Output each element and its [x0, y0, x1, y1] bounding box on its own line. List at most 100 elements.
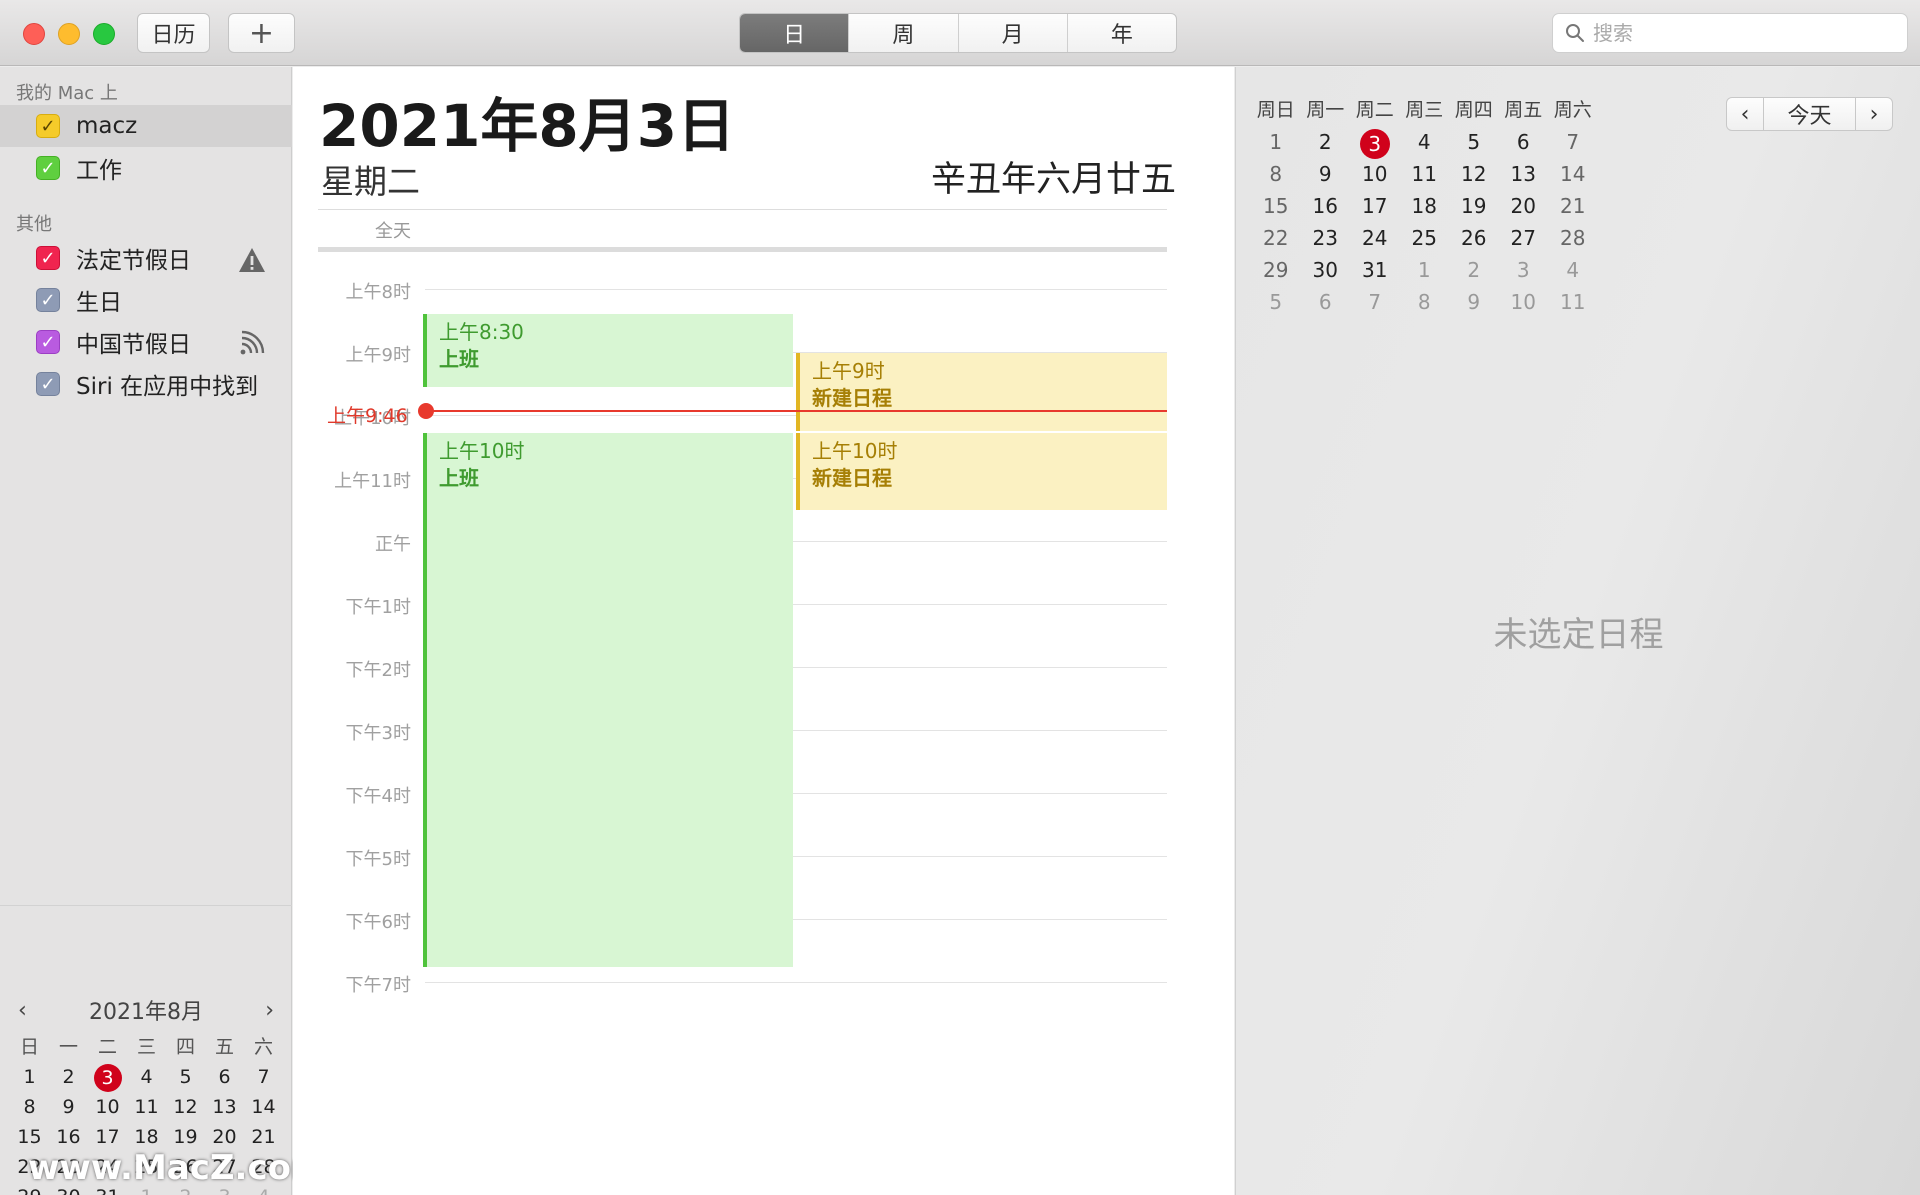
- mini-day-cell[interactable]: 1: [10, 1064, 49, 1090]
- mini-day-cell[interactable]: 2: [49, 1064, 88, 1090]
- sidebar-item-macz[interactable]: ✓ macz: [0, 105, 292, 147]
- mini-day-cell[interactable]: 4: [127, 1064, 166, 1090]
- day-cell[interactable]: 17: [1350, 193, 1400, 219]
- tab-year[interactable]: 年: [1066, 14, 1176, 52]
- checkbox-china-holidays[interactable]: ✓: [36, 330, 60, 354]
- event-work-1000[interactable]: 上午10时 上班: [423, 433, 793, 967]
- day-cell[interactable]: 9: [1449, 289, 1499, 315]
- mini-day-cell[interactable]: 15: [10, 1124, 49, 1150]
- day-cell[interactable]: 31: [1350, 257, 1400, 283]
- today-button[interactable]: 今天: [1763, 97, 1856, 131]
- day-cell[interactable]: 3: [1499, 257, 1549, 283]
- mini-day-cell[interactable]: 8: [10, 1094, 49, 1120]
- day-cell[interactable]: 26: [1449, 225, 1499, 251]
- day-cell[interactable]: 4: [1400, 129, 1450, 155]
- checkbox-statutory-holidays[interactable]: ✓: [36, 246, 60, 270]
- prev-day-button[interactable]: ‹: [1726, 97, 1764, 131]
- day-cell[interactable]: 4: [1548, 257, 1598, 283]
- checkbox-macz[interactable]: ✓: [36, 114, 60, 138]
- event-new-0900[interactable]: 上午9时 新建日程: [796, 353, 1167, 431]
- mini-day-cell[interactable]: 14: [244, 1094, 283, 1120]
- day-cell[interactable]: 22: [1251, 225, 1301, 251]
- hour-label: 上午11时: [334, 471, 411, 492]
- mini-day-cell[interactable]: 16: [49, 1124, 88, 1150]
- current-time-dot: [418, 403, 434, 419]
- mini-day-cell[interactable]: 5: [166, 1064, 205, 1090]
- checkbox-work[interactable]: ✓: [36, 156, 60, 180]
- search-field[interactable]: [1552, 13, 1908, 53]
- day-cell[interactable]: 27: [1499, 225, 1549, 251]
- day-cell[interactable]: 7: [1350, 289, 1400, 315]
- day-cell[interactable]: 21: [1548, 193, 1598, 219]
- mini-day-cell[interactable]: 12: [166, 1094, 205, 1120]
- close-window-button[interactable]: [23, 23, 45, 45]
- mini-day-cell[interactable]: 18: [127, 1124, 166, 1150]
- day-cell[interactable]: 8: [1251, 161, 1301, 187]
- day-cell[interactable]: 6: [1301, 289, 1351, 315]
- event-work-0830[interactable]: 上午8:30 上班: [423, 314, 793, 387]
- day-cell[interactable]: 23: [1301, 225, 1351, 251]
- day-cell[interactable]: 30: [1301, 257, 1351, 283]
- day-cell[interactable]: 1: [1251, 129, 1301, 155]
- sidebar-item-china-holidays[interactable]: ✓ 中国节假日: [0, 321, 292, 363]
- day-cell[interactable]: 8: [1400, 289, 1450, 315]
- day-cell[interactable]: 7: [1548, 129, 1598, 155]
- weekday-header: 周四: [1454, 99, 1493, 121]
- tab-week[interactable]: 周: [848, 14, 957, 52]
- day-cell[interactable]: 9: [1301, 161, 1351, 187]
- hour-label: 下午4时: [345, 786, 411, 807]
- mini-day-cell[interactable]: 6: [205, 1064, 244, 1090]
- day-cell[interactable]: 15: [1251, 193, 1301, 219]
- tab-day[interactable]: 日: [740, 14, 849, 52]
- warning-icon[interactable]: [238, 247, 266, 273]
- day-cell[interactable]: 20: [1499, 193, 1549, 219]
- day-cell[interactable]: 5: [1449, 129, 1499, 155]
- day-cell[interactable]: 3: [1350, 129, 1400, 159]
- day-cell[interactable]: 5: [1251, 289, 1301, 315]
- day-cell[interactable]: 16: [1301, 193, 1351, 219]
- mini-prev-month-button[interactable]: ‹: [18, 998, 27, 1023]
- day-cell[interactable]: 12: [1449, 161, 1499, 187]
- mini-day-cell[interactable]: 10: [88, 1094, 127, 1120]
- day-cell[interactable]: 11: [1400, 161, 1450, 187]
- tab-month[interactable]: 月: [957, 14, 1067, 52]
- mini-day-cell[interactable]: 7: [244, 1064, 283, 1090]
- minimize-window-button[interactable]: [58, 23, 80, 45]
- day-cell[interactable]: 11: [1548, 289, 1598, 315]
- mini-day-cell[interactable]: 19: [166, 1124, 205, 1150]
- sidebar-item-statutory-holidays[interactable]: ✓ 法定节假日: [0, 237, 292, 279]
- mini-day-cell[interactable]: 20: [205, 1124, 244, 1150]
- checkbox-birthdays[interactable]: ✓: [36, 288, 60, 312]
- sidebar-item-siri-found[interactable]: ✓ Siri 在应用中找到: [0, 363, 292, 405]
- sidebar-item-work[interactable]: ✓ 工作: [0, 147, 292, 189]
- calendars-button[interactable]: 日历: [137, 13, 210, 53]
- next-day-button[interactable]: ›: [1855, 97, 1893, 131]
- day-cell[interactable]: 2: [1449, 257, 1499, 283]
- day-cell[interactable]: 28: [1548, 225, 1598, 251]
- mini-day-cell[interactable]: 3: [88, 1064, 127, 1092]
- day-cell[interactable]: 10: [1499, 289, 1549, 315]
- mini-day-cell[interactable]: 13: [205, 1094, 244, 1120]
- zoom-window-button[interactable]: [93, 23, 115, 45]
- event-new-1000[interactable]: 上午10时 新建日程: [796, 433, 1167, 510]
- day-cell[interactable]: 1: [1400, 257, 1450, 283]
- day-cell[interactable]: 19: [1449, 193, 1499, 219]
- mini-day-cell[interactable]: 11: [127, 1094, 166, 1120]
- day-cell[interactable]: 18: [1400, 193, 1450, 219]
- day-cell[interactable]: 10: [1350, 161, 1400, 187]
- checkbox-siri-found[interactable]: ✓: [36, 372, 60, 396]
- mini-day-cell[interactable]: 17: [88, 1124, 127, 1150]
- search-input[interactable]: [1593, 21, 1893, 45]
- day-cell[interactable]: 2: [1301, 129, 1351, 155]
- day-cell[interactable]: 6: [1499, 129, 1549, 155]
- mini-day-cell[interactable]: 21: [244, 1124, 283, 1150]
- day-cell[interactable]: 14: [1548, 161, 1598, 187]
- day-cell[interactable]: 25: [1400, 225, 1450, 251]
- day-cell[interactable]: 29: [1251, 257, 1301, 283]
- mini-day-cell[interactable]: 9: [49, 1094, 88, 1120]
- day-cell[interactable]: 13: [1499, 161, 1549, 187]
- sidebar-item-birthdays[interactable]: ✓ 生日: [0, 279, 292, 321]
- day-cell[interactable]: 24: [1350, 225, 1400, 251]
- add-event-button[interactable]: +: [228, 13, 295, 53]
- mini-next-month-button[interactable]: ›: [265, 998, 274, 1023]
